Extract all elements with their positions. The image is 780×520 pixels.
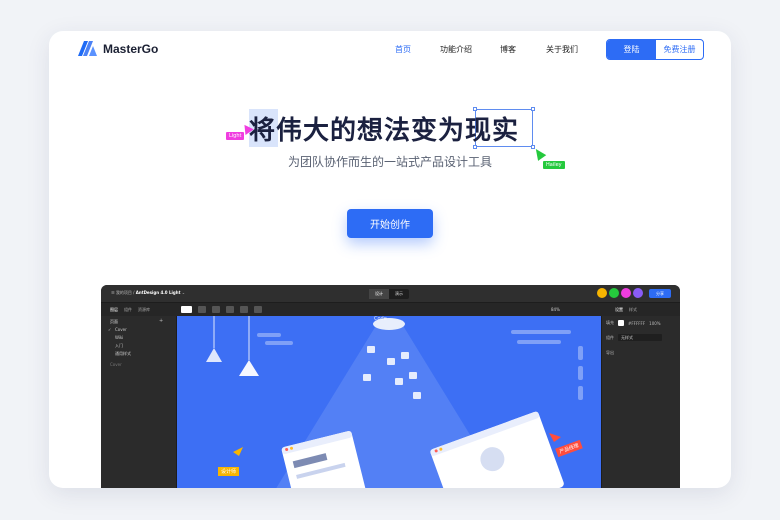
mode-switch: 设计 演示 [369, 289, 409, 299]
fill-value[interactable]: #FFFFFF [628, 321, 645, 326]
brand-name: MasterGo [103, 41, 159, 56]
top-nav: MasterGo 首页 功能介绍 博客 关于我们 登陆 免费注册 [49, 31, 731, 67]
design-canvas[interactable]: Code 设计师 产品经理 [177, 316, 601, 488]
export-row: 导出 [606, 350, 614, 356]
breadcrumb-project: 我的项目 [115, 290, 132, 295]
brand-logo[interactable]: MasterGo [78, 41, 158, 56]
fill-label: 填充 [606, 320, 614, 325]
avatar[interactable] [633, 288, 643, 298]
nav-features[interactable]: 功能介绍 [440, 44, 472, 55]
share-button[interactable]: 分享 [649, 289, 671, 298]
mode-design-tab[interactable]: 设计 [369, 289, 389, 299]
layer-item[interactable]: Cover [110, 362, 122, 367]
avatar[interactable] [621, 288, 631, 298]
mode-present-tab[interactable]: 演示 [389, 289, 409, 299]
register-button[interactable]: 免费注册 [656, 40, 703, 59]
hand-tool-icon[interactable] [254, 306, 262, 313]
text-tool-icon[interactable] [240, 306, 248, 313]
style-label: 组件 [606, 334, 614, 340]
export-label: 导出 [606, 350, 614, 355]
tab-settings[interactable]: 设置 [615, 307, 623, 313]
style-select[interactable]: 无样式 [618, 334, 662, 341]
hero-subtitle: 为团队协作而生的一站式产品设计工具 [287, 155, 492, 169]
style-value: 无样式 [621, 334, 633, 340]
tool-group [181, 306, 262, 313]
pages-title: 页面 [110, 319, 118, 324]
fill-opacity[interactable]: 100% [649, 321, 660, 326]
nav-home[interactable]: 首页 [395, 44, 411, 55]
tab-components[interactable]: 组件 [124, 307, 132, 313]
left-panel-tabs: 图层 组件 资源库 [110, 307, 150, 313]
file-name: AntDesign 4.0 Light [135, 290, 181, 295]
canvas-code-label: Code [374, 316, 387, 322]
add-page-icon[interactable]: + [159, 318, 163, 324]
tab-assets[interactable]: 资源库 [138, 307, 150, 313]
style-row: 组件 无样式 [606, 334, 662, 341]
avatar[interactable] [597, 288, 607, 298]
fill-row: 填充 #FFFFFF 100% [606, 320, 661, 326]
tab-styles[interactable]: 样式 [629, 307, 637, 313]
app-toolbar: 图层 组件 资源库 84% 设置 样式 [101, 302, 680, 316]
pen-tool-icon[interactable] [226, 306, 234, 313]
app-topbar: ☰ 我的项目 / AntDesign 4.0 Light ⌄ 设计 演示 分享 [101, 285, 680, 302]
collaborator-tag: Light [226, 132, 245, 140]
properties-panel: 填充 #FFFFFF 100% 组件 无样式 导出 [601, 316, 680, 488]
auth-group: 登陆 免费注册 [606, 39, 704, 60]
start-creating-button[interactable]: 开始创作 [347, 209, 433, 238]
mastergo-logo-icon [78, 41, 97, 56]
canvas-illustration [206, 316, 583, 488]
designer-cursor-tag: 设计师 [218, 467, 240, 476]
avatar[interactable] [609, 288, 619, 298]
page-item[interactable]: Wiki [115, 335, 123, 340]
collaborator-avatars [597, 288, 643, 298]
page-item[interactable]: Cover [108, 327, 127, 332]
layers-panel: 页面 + Cover Wiki 入门 通用样式 Cover [101, 316, 177, 488]
app-preview: ☰ 我的项目 / AntDesign 4.0 Light ⌄ 设计 演示 分享 … [101, 285, 680, 488]
nav-blog[interactable]: 博客 [500, 44, 516, 55]
page-item[interactable]: 通用样式 [115, 351, 131, 357]
nav-about[interactable]: 关于我们 [546, 44, 578, 55]
breadcrumb: ☰ 我的项目 / AntDesign 4.0 Light ⌄ [111, 290, 186, 295]
tab-layers[interactable]: 图层 [110, 307, 118, 313]
hero-title: 将伟大的想法变为现实 [249, 115, 520, 146]
frame-tool-icon[interactable] [198, 306, 206, 313]
shape-tool-icon[interactable] [212, 306, 220, 313]
move-tool-icon[interactable] [181, 306, 192, 313]
fill-swatch[interactable] [618, 320, 624, 326]
page-item[interactable]: 入门 [115, 343, 123, 349]
landing-card: MasterGo 首页 功能介绍 博客 关于我们 登陆 免费注册 将伟大的想法变… [49, 31, 731, 488]
login-button[interactable]: 登陆 [607, 40, 656, 59]
right-panel-tabs: 设置 样式 [615, 307, 637, 313]
zoom-level[interactable]: 84% [551, 307, 560, 312]
